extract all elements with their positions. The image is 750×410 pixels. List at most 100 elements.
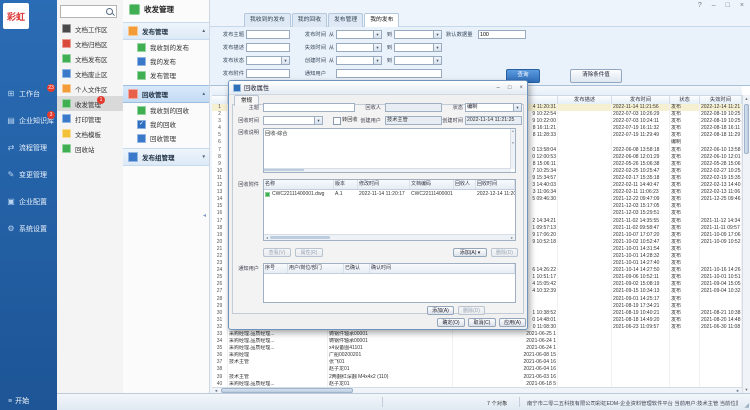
chevron-down-icon[interactable]: ▾ [314, 117, 322, 124]
tab-received-publish[interactable]: 我收到的发布 [244, 13, 291, 27]
expire-time-from-select[interactable]: ▾ [336, 43, 382, 52]
attach-input[interactable] [246, 69, 290, 78]
resize-grip-icon[interactable]: ◢ [744, 402, 749, 409]
column-header[interactable]: 用户/岗位/部门 [288, 264, 344, 273]
minimize-icon[interactable]: – [712, 2, 716, 9]
recall-note-textarea[interactable]: 回收-综合 ▲▼ [263, 128, 516, 173]
add-attachment-button[interactable]: 添加(A) ▾ [453, 248, 487, 257]
docnav-item-doc-publish[interactable]: 文档发布区 [57, 51, 123, 66]
docnav-item-doc-obsolete[interactable]: 文档废止区 [57, 66, 123, 81]
funcnav-item-received-publish[interactable]: 我收到的发布 [123, 40, 209, 54]
docnav-item-recycle-bin[interactable]: 回收站 [57, 141, 123, 156]
expire-time-to-select[interactable]: ▾ [394, 43, 442, 52]
column-header[interactable]: 发布描述 [558, 96, 612, 104]
scroll-up-icon[interactable]: ▲ [743, 95, 750, 102]
chevron-down-icon[interactable]: ▾ [433, 44, 441, 51]
status-select[interactable]: 编制▾ [465, 103, 522, 112]
pub-time-to-select[interactable]: ▾ [394, 30, 442, 39]
help-icon[interactable]: ? [698, 2, 702, 9]
sidebar-item-change-mgmt[interactable]: ✎变更管理 [0, 161, 57, 188]
desc-input[interactable] [246, 43, 290, 52]
create-time-to-select[interactable]: ▾ [394, 56, 442, 65]
recall-time-select[interactable]: ▾ [263, 116, 323, 125]
funcnav-item-my-publish[interactable]: 我的发布 [123, 54, 209, 68]
table-row[interactable]: 34采购经理.品质经理...铸钢件轴承000012021-06-24 1 [212, 338, 742, 345]
funcnav-item-publish-admin[interactable]: 发布管理 [123, 68, 209, 82]
chevron-down-icon[interactable]: ▾ [373, 57, 381, 64]
sidebar-item-process-mgmt[interactable]: ⇄流程管理 [0, 134, 57, 161]
maximize-icon[interactable]: □ [508, 85, 512, 91]
clear-conditions-button[interactable]: 清除条件值 [570, 69, 622, 83]
tab-my-publish[interactable]: 我的发布 [364, 13, 399, 27]
remove-notify-user-button[interactable]: 删除(D) [458, 306, 485, 315]
chevron-down-icon[interactable]: ▾ [281, 57, 289, 64]
column-header[interactable]: 版本 [334, 180, 358, 189]
chevron-down-icon[interactable]: ▾ [433, 31, 441, 38]
table-row[interactable]: 35采购经理.品质经理...x4设备图411012021-06-24 1 [212, 345, 742, 352]
column-header[interactable]: 文档编码 [410, 180, 454, 189]
view-attachment-button[interactable]: 查看(V) [263, 248, 291, 257]
note-horizontal-scrollbar[interactable] [264, 168, 511, 172]
column-header[interactable]: 失效时间 [700, 96, 742, 104]
attachment-props-button[interactable]: 属性(R) [295, 248, 323, 257]
docnav-item-doc-template[interactable]: 文档模板 [57, 126, 123, 141]
attachment-row[interactable]: CWC22111400001.dwgA.12022-11-14 11:20:17… [264, 190, 515, 199]
minimize-icon[interactable]: – [497, 85, 500, 91]
vertical-scrollbar[interactable]: ▲ ▼ [742, 95, 750, 393]
remove-attachment-button[interactable]: 删除(D) [491, 248, 518, 257]
table-row[interactable]: 33采购经理.品质经理...铸钢件轴承000012021-06-25 1 [212, 331, 742, 338]
transfer-recall-checkbox[interactable] [333, 117, 341, 125]
funcnav-group-publish-mgmt[interactable]: 发布管理▴ [123, 22, 209, 40]
column-header[interactable]: 状态 [670, 96, 700, 104]
column-header[interactable]: 确认时间 [370, 264, 515, 273]
chevron-down-icon[interactable]: ▾ [202, 154, 205, 160]
sidebar-item-system-settings[interactable]: ⚙系统设置 [0, 215, 57, 242]
close-icon[interactable]: × [519, 85, 523, 91]
funcnav-group-publish-group-mgmt[interactable]: 发布组管理▾ [123, 148, 209, 166]
column-header[interactable]: 发布时间 [612, 96, 670, 104]
tab-publish-admin[interactable]: 发布管理 [328, 13, 363, 27]
column-header[interactable]: 序号 [264, 264, 288, 273]
table-row[interactable]: 39技术主管2两翻红深翻 M4x4x2 (110)2021-06-03 16 [212, 374, 742, 381]
column-header[interactable]: 回收时间 [476, 180, 515, 189]
close-icon[interactable]: × [740, 2, 744, 9]
vertical-scroll-thumb[interactable] [744, 104, 749, 154]
tab-my-recall[interactable]: 我的回收 [292, 13, 327, 27]
search-icon[interactable] [106, 8, 113, 15]
chevron-down-icon[interactable]: ▾ [373, 31, 381, 38]
funcnav-item-recall-admin[interactable]: 回收管理 [123, 131, 209, 145]
sidebar-item-enterprise-config[interactable]: ▣企业配置 [0, 188, 57, 215]
status-select[interactable]: ▾ [246, 56, 290, 65]
chevron-down-icon[interactable]: ▾ [433, 57, 441, 64]
ok-button[interactable]: 确定(O) [437, 318, 465, 327]
start-button[interactable]: ≡ 开始 [8, 396, 29, 406]
column-header[interactable]: 已确认 [344, 264, 370, 273]
column-header[interactable] [212, 96, 228, 104]
search-input[interactable] [61, 9, 106, 15]
chevron-up-icon[interactable]: ▴ [202, 28, 205, 34]
table-row[interactable]: 38赵子龙012021-06-04 16 [212, 366, 742, 373]
funcnav-item-received-recall[interactable]: 我收到的回收 [123, 103, 209, 117]
panel-collapse-handle[interactable]: ◂ [203, 212, 206, 219]
maximize-icon[interactable]: □ [726, 2, 730, 9]
subject-input[interactable] [246, 30, 290, 39]
column-header[interactable]: 名称 [264, 180, 334, 189]
docnav-item-doc-workspace[interactable]: 文档工作区 [57, 21, 123, 36]
column-header[interactable]: 回收人 [454, 180, 476, 189]
column-header[interactable]: 修改时间 [358, 180, 410, 189]
note-vertical-scrollbar[interactable]: ▲▼ [510, 129, 515, 169]
cancel-button[interactable]: 取消(C) [468, 318, 496, 327]
chevron-down-icon[interactable]: ▾ [373, 44, 381, 51]
add-notify-user-button[interactable]: 添加(A) [427, 306, 454, 315]
notify-user-input[interactable] [336, 69, 442, 78]
docnav-item-personal-files[interactable]: 个人文件区 [57, 81, 123, 96]
chevron-up-icon[interactable]: ▴ [202, 91, 205, 97]
pub-time-from-select[interactable]: ▾ [336, 30, 382, 39]
subject-input[interactable] [263, 103, 355, 112]
sidebar-item-knowledge-base[interactable]: ▤企业知识库3 [0, 107, 57, 134]
sidebar-item-workbench[interactable]: ⊞工作台23 [0, 80, 57, 107]
funcnav-item-my-recall[interactable]: ✓我的回收 [123, 117, 209, 131]
table-row[interactable]: 37技术主管张飞012021-06-04 16 [212, 359, 742, 366]
dialog-titlebar[interactable]: 回收属性 –□× [229, 81, 527, 95]
default-count-input[interactable] [478, 30, 526, 39]
